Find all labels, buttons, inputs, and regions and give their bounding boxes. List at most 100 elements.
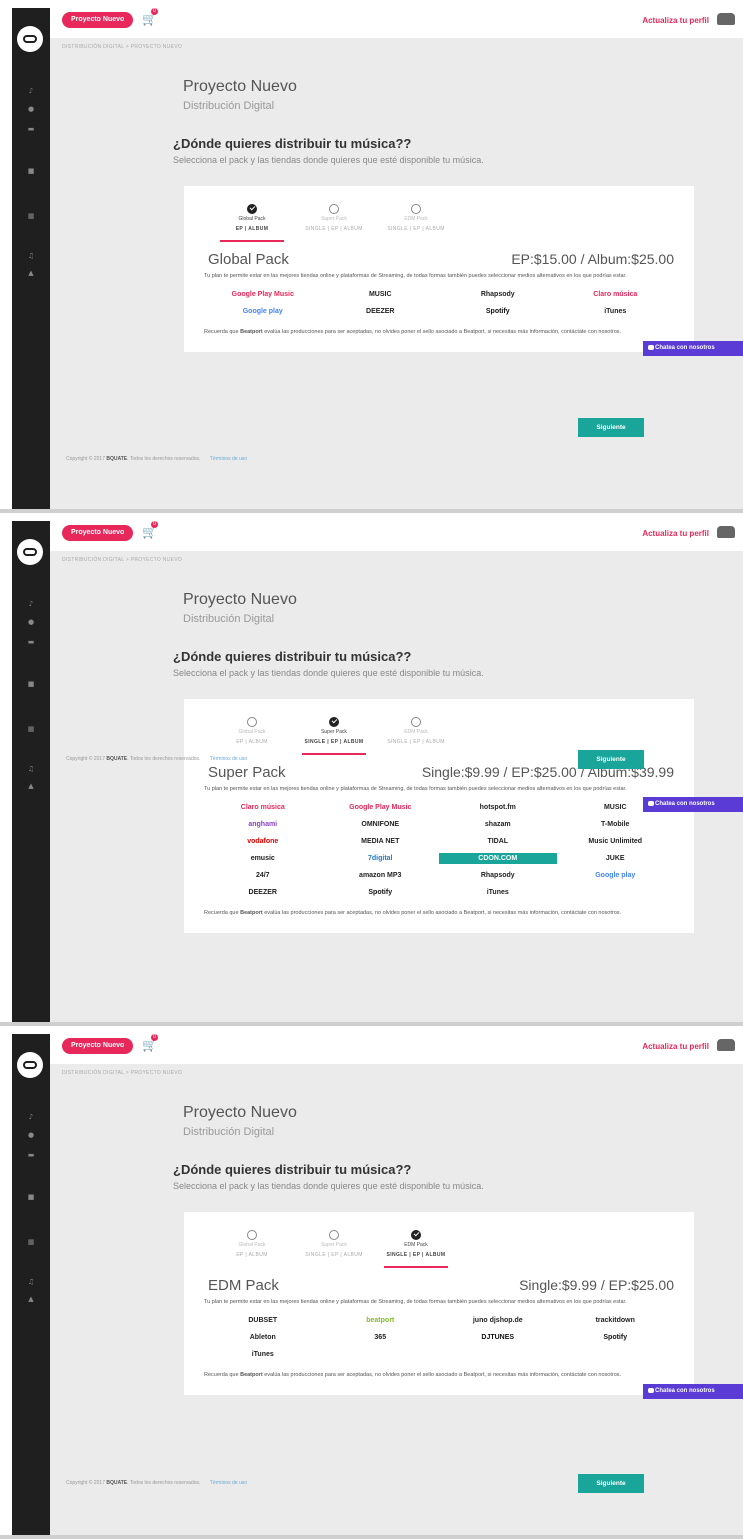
users-icon[interactable]: [717, 13, 735, 25]
tab-formats: SINGLE | EP | ALBUM: [386, 1252, 446, 1258]
chat-button[interactable]: Chatea con nosotros: [643, 797, 743, 812]
tab-super-pack[interactable]: Super Pack SINGLE | EP | ALBUM: [294, 204, 374, 232]
new-project-button[interactable]: Proyecto Nuevo: [62, 12, 134, 28]
radio-icon[interactable]: [411, 1230, 421, 1240]
radio-icon[interactable]: [247, 717, 257, 727]
radio-icon[interactable]: [329, 204, 339, 214]
chat-button[interactable]: Chatea con nosotros: [643, 1384, 743, 1399]
tab-global-pack[interactable]: Global Pack EP | ALBUM: [212, 717, 292, 745]
store-logo: Google Play Music: [349, 804, 412, 811]
store-logo: T-Mobile: [601, 821, 630, 828]
chat-button[interactable]: Chatea con nosotros: [643, 341, 743, 356]
store-logo: Music Unlimited: [588, 838, 643, 845]
tab-edm-pack[interactable]: EDM Pack SINGLE | EP | ALBUM: [376, 717, 456, 745]
lock-icon[interactable]: ■: [27, 681, 35, 688]
beatport-note: Recuerda que Beatport evalúa las producc…: [204, 1372, 622, 1378]
brand-name: BQUATE: [106, 1480, 128, 1486]
tab-name: EDM Pack: [404, 729, 428, 735]
calendar-icon[interactable]: ▦: [27, 213, 35, 220]
disc-icon[interactable]: ●: [27, 1132, 35, 1139]
bquate-logo[interactable]: [17, 539, 43, 565]
beatport-note: Recuerda que Beatport evalúa las producc…: [204, 910, 622, 916]
tab-super-pack[interactable]: Super Pack SINGLE | EP | ALBUM: [294, 1230, 374, 1258]
bquate-logo[interactable]: [17, 26, 43, 52]
tab-formats: EP | ALBUM: [236, 739, 268, 745]
note-icon[interactable]: ♫: [27, 1279, 35, 1286]
store-logo: CDON.COM: [439, 853, 557, 864]
store-logo: Spotify: [603, 1334, 628, 1341]
music-note-icon[interactable]: ♪: [27, 88, 35, 95]
terms-link[interactable]: Términos de uso: [210, 756, 247, 762]
tab-edm-pack[interactable]: EDM Pack SINGLE | EP | ALBUM: [376, 1230, 456, 1268]
breadcrumb[interactable]: DISTRIBUCIÓN DIGITAL > PROYECTO NUEVO: [62, 557, 182, 563]
chart-icon[interactable]: ▬: [27, 639, 35, 646]
lock-icon[interactable]: ■: [27, 168, 35, 175]
radio-icon[interactable]: [411, 717, 421, 727]
chart-icon[interactable]: ▬: [27, 1152, 35, 1159]
terms-link[interactable]: Términos de uso: [210, 456, 247, 462]
new-project-button[interactable]: Proyecto Nuevo: [62, 525, 134, 541]
chart-icon[interactable]: ▬: [27, 126, 35, 133]
user-icon[interactable]: ▲: [27, 270, 35, 277]
page-title: Proyecto Nuevo: [183, 591, 297, 608]
terms-link[interactable]: Términos de uso: [210, 1480, 247, 1486]
note-icon[interactable]: ♫: [27, 253, 35, 260]
store-logo: juno djshop.de: [472, 1317, 523, 1324]
next-button[interactable]: Siguiente: [578, 418, 644, 437]
next-button[interactable]: Siguiente: [578, 750, 644, 769]
users-icon[interactable]: [717, 526, 735, 538]
store-logo: DEEZER: [366, 308, 395, 315]
cart-icon[interactable]: 🛒 0: [142, 1034, 158, 1052]
store-logo: MUSIC: [368, 291, 392, 298]
sidebar: ♪ ● ▬ ■ ▦ ♫ ▲: [12, 521, 50, 1026]
calendar-icon[interactable]: ▦: [27, 726, 35, 733]
breadcrumb[interactable]: DISTRIBUCIÓN DIGITAL > PROYECTO NUEVO: [62, 1070, 182, 1076]
tab-name: Global Pack: [238, 1242, 266, 1248]
music-note-icon[interactable]: ♪: [27, 1114, 35, 1121]
question-subtitle: Selecciona el pack y las tiendas donde q…: [173, 155, 484, 165]
radio-icon[interactable]: [411, 204, 421, 214]
update-profile-link[interactable]: Actualiza tu perfil: [642, 529, 709, 538]
radio-icon[interactable]: [329, 717, 339, 727]
question-heading: ¿Dónde quieres distribuir tu música??: [173, 1162, 412, 1177]
tab-edm-pack[interactable]: EDM Pack SINGLE | EP | ALBUM: [376, 204, 456, 232]
top-bar: Proyecto Nuevo 🛒 0 Actualiza tu perfil: [50, 513, 743, 551]
top-bar: Proyecto Nuevo 🛒 0 Actualiza tu perfil: [50, 0, 743, 38]
page-subtitle: Distribución Digital: [183, 1126, 275, 1138]
tab-formats: SINGLE | EP | ALBUM: [387, 739, 445, 745]
tab-super-pack[interactable]: Super Pack SINGLE | EP | ALBUM: [294, 717, 374, 755]
disc-icon[interactable]: ●: [27, 106, 35, 113]
pack-name: Global Pack: [208, 251, 289, 268]
rights-text: . Todos los derechos reservados.: [127, 756, 201, 762]
users-icon[interactable]: [717, 1039, 735, 1051]
bquate-logo[interactable]: [17, 1052, 43, 1078]
music-note-icon[interactable]: ♪: [27, 601, 35, 608]
breadcrumb[interactable]: DISTRIBUCIÓN DIGITAL > PROYECTO NUEVO: [62, 44, 182, 50]
tab-name: EDM Pack: [404, 216, 428, 222]
next-button[interactable]: Siguiente: [578, 1474, 644, 1493]
footer: Copyright © 2017 BQUATE. Todos los derec…: [66, 456, 247, 462]
pack-tabs: Global Pack EP | ALBUM Super Pack SINGLE…: [204, 186, 674, 249]
radio-icon[interactable]: [329, 1230, 339, 1240]
store-logo: 24/7: [255, 872, 270, 879]
store-logo: Rhapsody: [480, 291, 515, 298]
cart-icon[interactable]: 🛒 0: [142, 8, 158, 26]
radio-icon[interactable]: [247, 1230, 257, 1240]
radio-icon[interactable]: [247, 204, 257, 214]
tab-global-pack[interactable]: Global Pack EP | ALBUM: [212, 1230, 292, 1258]
pack-description: Tu plan te permite estar en las mejores …: [204, 273, 627, 279]
disc-icon[interactable]: ●: [27, 619, 35, 626]
new-project-button[interactable]: Proyecto Nuevo: [62, 1038, 134, 1054]
calendar-icon[interactable]: ▦: [27, 1239, 35, 1246]
update-profile-link[interactable]: Actualiza tu perfil: [642, 1042, 709, 1051]
store-logo: iTunes: [251, 1351, 274, 1358]
user-icon[interactable]: ▲: [27, 1296, 35, 1303]
update-profile-link[interactable]: Actualiza tu perfil: [642, 16, 709, 25]
store-logo: TIDAL: [487, 838, 509, 845]
lock-icon[interactable]: ■: [27, 1194, 35, 1201]
brand-name: BQUATE: [106, 456, 128, 462]
user-icon[interactable]: ▲: [27, 783, 35, 790]
cart-icon[interactable]: 🛒 0: [142, 521, 158, 539]
tab-global-pack[interactable]: Global Pack EP | ALBUM: [212, 204, 292, 242]
note-icon[interactable]: ♫: [27, 766, 35, 773]
